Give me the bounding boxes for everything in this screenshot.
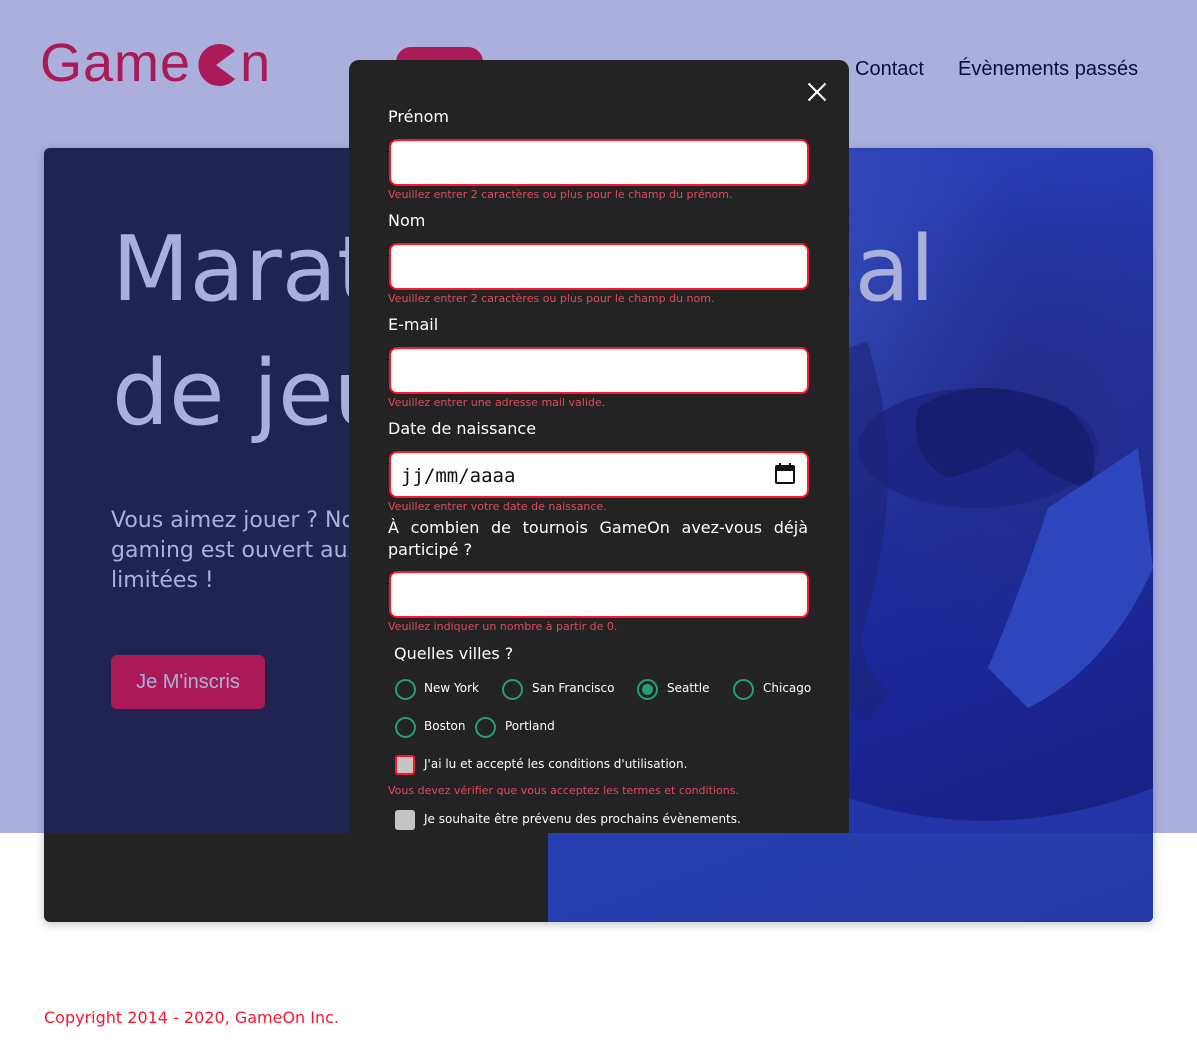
- radio-label-boston[interactable]: Boston: [424, 719, 465, 733]
- radio-label-seattle[interactable]: Seattle: [667, 681, 709, 695]
- email-field[interactable]: [389, 347, 809, 394]
- close-icon[interactable]: [805, 80, 829, 104]
- birthdate-error: Veuillez entrer votre date de naissance.: [388, 500, 607, 513]
- radio-san-francisco[interactable]: [502, 679, 523, 700]
- last-name-label: Nom: [388, 211, 426, 230]
- radio-label-new-york[interactable]: New York: [424, 681, 479, 695]
- newsletter-checkbox[interactable]: [395, 810, 415, 830]
- first-name-error: Veuillez entrer 2 caractères ou plus pou…: [388, 188, 733, 201]
- first-name-field[interactable]: [389, 139, 809, 186]
- last-name-error: Veuillez entrer 2 caractères ou plus pou…: [388, 292, 715, 305]
- copyright: Copyright 2014 - 2020, GameOn Inc.: [44, 1008, 340, 1027]
- birthdate-label: Date de naissance: [388, 419, 537, 438]
- radio-label-san-francisco[interactable]: San Francisco: [532, 681, 614, 695]
- email-error: Veuillez entrer une adresse mail valide.: [388, 396, 606, 409]
- signup-modal: Prénom Veuillez entrer 2 caractères ou p…: [349, 60, 849, 833]
- birthdate-field[interactable]: jj/mm/aaaa: [389, 451, 809, 498]
- newsletter-label[interactable]: Je souhaite être prévenu des prochains é…: [424, 812, 741, 826]
- radio-label-portland[interactable]: Portland: [505, 719, 555, 733]
- email-label: E-mail: [388, 315, 439, 334]
- calendar-icon[interactable]: [775, 463, 795, 484]
- radio-boston[interactable]: [395, 717, 416, 738]
- tournaments-error: Veuillez indiquer un nombre à partir de …: [388, 620, 618, 633]
- radio-label-chicago[interactable]: Chicago: [763, 681, 811, 695]
- tournaments-field[interactable]: [389, 571, 809, 618]
- last-name-field[interactable]: [389, 243, 809, 290]
- radio-chicago[interactable]: [733, 679, 754, 700]
- terms-checkbox[interactable]: [395, 755, 415, 775]
- terms-error: Vous devez vérifier que vous acceptez le…: [388, 784, 739, 797]
- birthdate-placeholder: jj/mm/aaaa: [401, 465, 516, 487]
- radio-portland[interactable]: [475, 717, 496, 738]
- cities-label: Quelles villes ?: [394, 644, 514, 663]
- terms-label[interactable]: J'ai lu et accepté les conditions d'util…: [424, 757, 687, 771]
- radio-seattle[interactable]: [637, 679, 658, 700]
- tournaments-label: À combien de tournois GameOn avez-vous d…: [388, 518, 808, 559]
- first-name-label: Prénom: [388, 107, 449, 126]
- radio-new-york[interactable]: [395, 679, 416, 700]
